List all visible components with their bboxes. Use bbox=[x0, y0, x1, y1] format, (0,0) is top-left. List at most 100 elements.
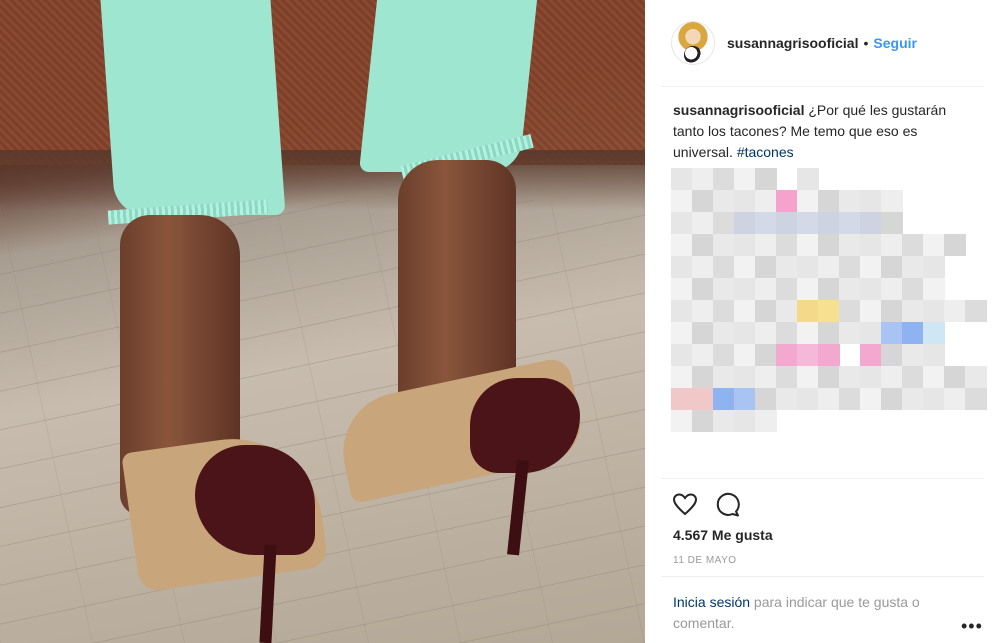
blur-tile bbox=[755, 300, 777, 322]
caption-username[interactable]: susannagrisooficial bbox=[673, 102, 804, 118]
blur-tile bbox=[944, 234, 966, 256]
blur-tile bbox=[692, 278, 714, 300]
blur-tile bbox=[965, 300, 987, 322]
blur-tile bbox=[776, 234, 798, 256]
blur-tile bbox=[797, 322, 819, 344]
blur-tile bbox=[902, 344, 924, 366]
blur-tile bbox=[860, 256, 882, 278]
blur-tile bbox=[734, 344, 756, 366]
blur-tile bbox=[755, 344, 777, 366]
blur-tile bbox=[860, 212, 882, 234]
blur-tile bbox=[839, 388, 861, 410]
blur-tile bbox=[818, 388, 840, 410]
speech-bubble-icon[interactable] bbox=[713, 490, 741, 518]
blur-tile bbox=[797, 278, 819, 300]
blur-tile bbox=[671, 388, 693, 410]
avatar[interactable] bbox=[671, 21, 715, 65]
follow-button[interactable]: Seguir bbox=[873, 35, 917, 51]
blur-tile bbox=[713, 234, 735, 256]
blur-tile bbox=[713, 256, 735, 278]
sofa-background bbox=[0, 0, 645, 165]
blur-tile bbox=[965, 366, 987, 388]
blur-tile bbox=[923, 300, 945, 322]
more-options-icon[interactable]: ••• bbox=[961, 616, 983, 637]
blur-tile bbox=[923, 344, 945, 366]
like-count[interactable]: 4.567 Me gusta bbox=[673, 527, 773, 543]
blur-tile bbox=[923, 278, 945, 300]
blur-tile bbox=[860, 322, 882, 344]
heart-outline-icon[interactable] bbox=[671, 490, 699, 518]
blur-tile bbox=[671, 278, 693, 300]
blur-tile bbox=[944, 388, 966, 410]
blur-tile bbox=[671, 212, 693, 234]
blur-tile bbox=[839, 322, 861, 344]
blur-tile bbox=[692, 410, 714, 432]
blur-tile bbox=[881, 212, 903, 234]
blur-tile bbox=[713, 190, 735, 212]
blur-tile bbox=[734, 190, 756, 212]
login-link[interactable]: Inicia sesión bbox=[673, 594, 750, 610]
blur-tile bbox=[923, 322, 945, 344]
footer-divider bbox=[661, 576, 984, 577]
blur-tile bbox=[713, 168, 735, 190]
hashtag-link[interactable]: #tacones bbox=[737, 144, 794, 160]
comments-divider bbox=[661, 478, 984, 479]
blur-tile bbox=[818, 300, 840, 322]
blur-tile bbox=[797, 300, 819, 322]
blur-tile bbox=[734, 256, 756, 278]
blur-tile bbox=[692, 168, 714, 190]
blur-tile bbox=[839, 234, 861, 256]
header-username[interactable]: susannagrisooficial bbox=[727, 35, 858, 51]
blur-tile bbox=[902, 388, 924, 410]
blur-tile bbox=[755, 366, 777, 388]
blur-tile bbox=[818, 212, 840, 234]
blur-tile bbox=[902, 234, 924, 256]
login-prompt: Inicia sesión para indicar que te gusta … bbox=[673, 592, 963, 634]
blur-tile bbox=[902, 300, 924, 322]
blur-tile bbox=[881, 278, 903, 300]
blur-tile bbox=[944, 300, 966, 322]
blur-tile bbox=[671, 344, 693, 366]
blur-tile bbox=[755, 388, 777, 410]
blur-tile bbox=[734, 410, 756, 432]
blur-tile bbox=[713, 322, 735, 344]
blur-tile bbox=[797, 388, 819, 410]
blur-tile bbox=[734, 300, 756, 322]
blur-tile bbox=[902, 366, 924, 388]
blur-tile bbox=[671, 322, 693, 344]
blur-tile bbox=[776, 322, 798, 344]
post-header: susannagrisooficial • Seguir bbox=[645, 0, 1000, 86]
blur-tile bbox=[734, 322, 756, 344]
blur-tile bbox=[713, 344, 735, 366]
post-sidebar: susannagrisooficial • Seguir susannagris… bbox=[645, 0, 1000, 643]
blur-tile bbox=[692, 234, 714, 256]
blur-tile bbox=[860, 278, 882, 300]
blur-tile bbox=[923, 388, 945, 410]
blur-tile bbox=[713, 212, 735, 234]
blur-tile bbox=[797, 212, 819, 234]
blur-tile bbox=[755, 234, 777, 256]
blur-tile bbox=[818, 322, 840, 344]
blur-tile bbox=[692, 190, 714, 212]
post-photo[interactable] bbox=[0, 0, 645, 643]
blur-tile bbox=[755, 212, 777, 234]
blur-tile bbox=[797, 366, 819, 388]
blur-tile bbox=[671, 168, 693, 190]
blur-tile bbox=[713, 388, 735, 410]
blur-tile bbox=[776, 190, 798, 212]
blur-tile bbox=[755, 190, 777, 212]
blur-tile bbox=[881, 322, 903, 344]
blur-tile bbox=[734, 388, 756, 410]
blur-tile bbox=[839, 212, 861, 234]
blur-tile bbox=[860, 234, 882, 256]
blur-tile bbox=[839, 366, 861, 388]
blur-tile bbox=[692, 344, 714, 366]
blur-tile bbox=[734, 366, 756, 388]
blur-tile bbox=[671, 410, 693, 432]
blur-tile bbox=[881, 300, 903, 322]
blur-tile bbox=[713, 410, 735, 432]
post-date[interactable]: 11 de mayo bbox=[673, 555, 737, 566]
blur-tile bbox=[776, 278, 798, 300]
blur-tile bbox=[755, 410, 777, 432]
blur-tile bbox=[881, 388, 903, 410]
